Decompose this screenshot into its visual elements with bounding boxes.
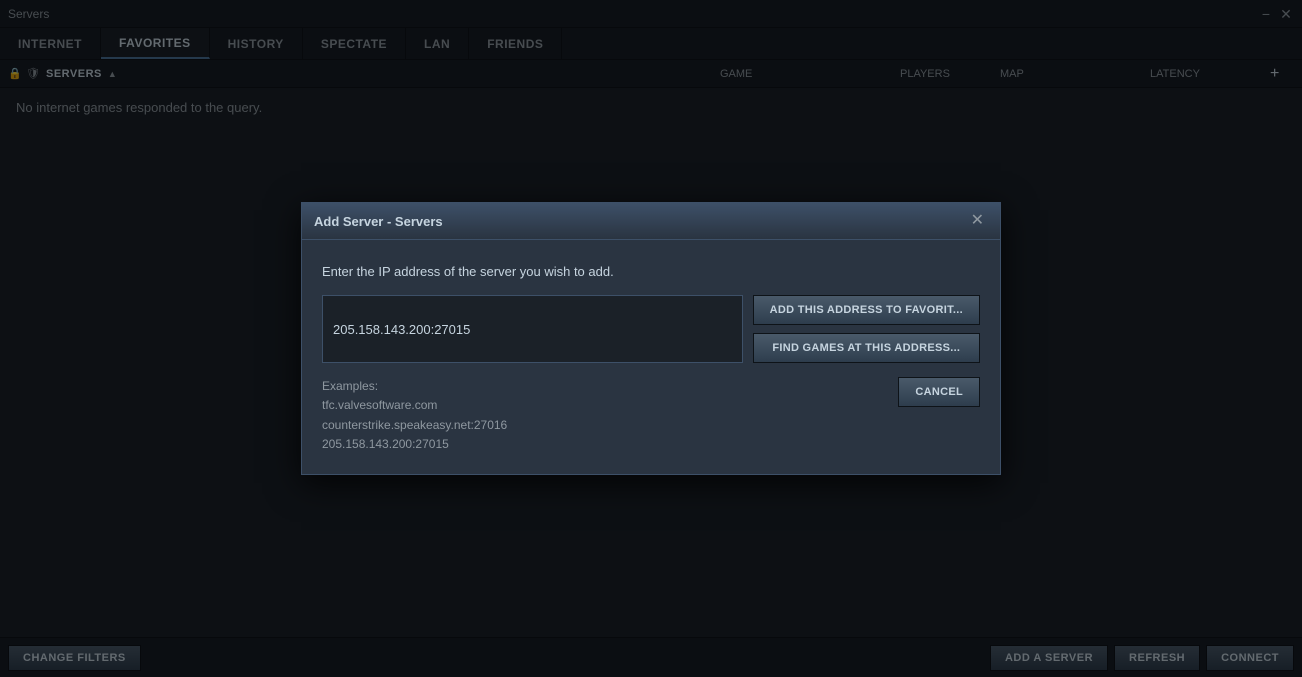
example-value-1: tfc.valvesoftware.com: [322, 398, 437, 412]
find-games-button[interactable]: FIND GAMES AT THIS ADDRESS...: [753, 333, 980, 363]
examples-label: Examples:: [322, 379, 378, 393]
modal-body: Enter the IP address of the server you w…: [302, 240, 1000, 474]
ip-address-input[interactable]: [322, 295, 743, 363]
modal-title: Add Server - Servers: [314, 214, 443, 229]
example-value-3: 205.158.143.200:27015: [322, 437, 449, 451]
examples-text: Examples: tfc.valvesoftware.com counters…: [322, 377, 888, 454]
modal-description: Enter the IP address of the server you w…: [322, 264, 980, 279]
add-server-modal: Add Server - Servers ✕ Enter the IP addr…: [301, 202, 1001, 475]
modal-action-buttons: ADD THIS ADDRESS TO FAVORIT... FIND GAME…: [753, 295, 980, 363]
cancel-button[interactable]: CANCEL: [898, 377, 980, 407]
modal-close-button[interactable]: ✕: [967, 211, 988, 231]
modal-backdrop: Add Server - Servers ✕ Enter the IP addr…: [0, 0, 1302, 677]
add-to-favorites-button[interactable]: ADD THIS ADDRESS TO FAVORIT...: [753, 295, 980, 325]
modal-input-row: ADD THIS ADDRESS TO FAVORIT... FIND GAME…: [322, 295, 980, 363]
modal-header: Add Server - Servers ✕: [302, 203, 1000, 240]
example-value-2: counterstrike.speakeasy.net:27016: [322, 418, 507, 432]
modal-examples-section: Examples: tfc.valvesoftware.com counters…: [322, 377, 980, 454]
